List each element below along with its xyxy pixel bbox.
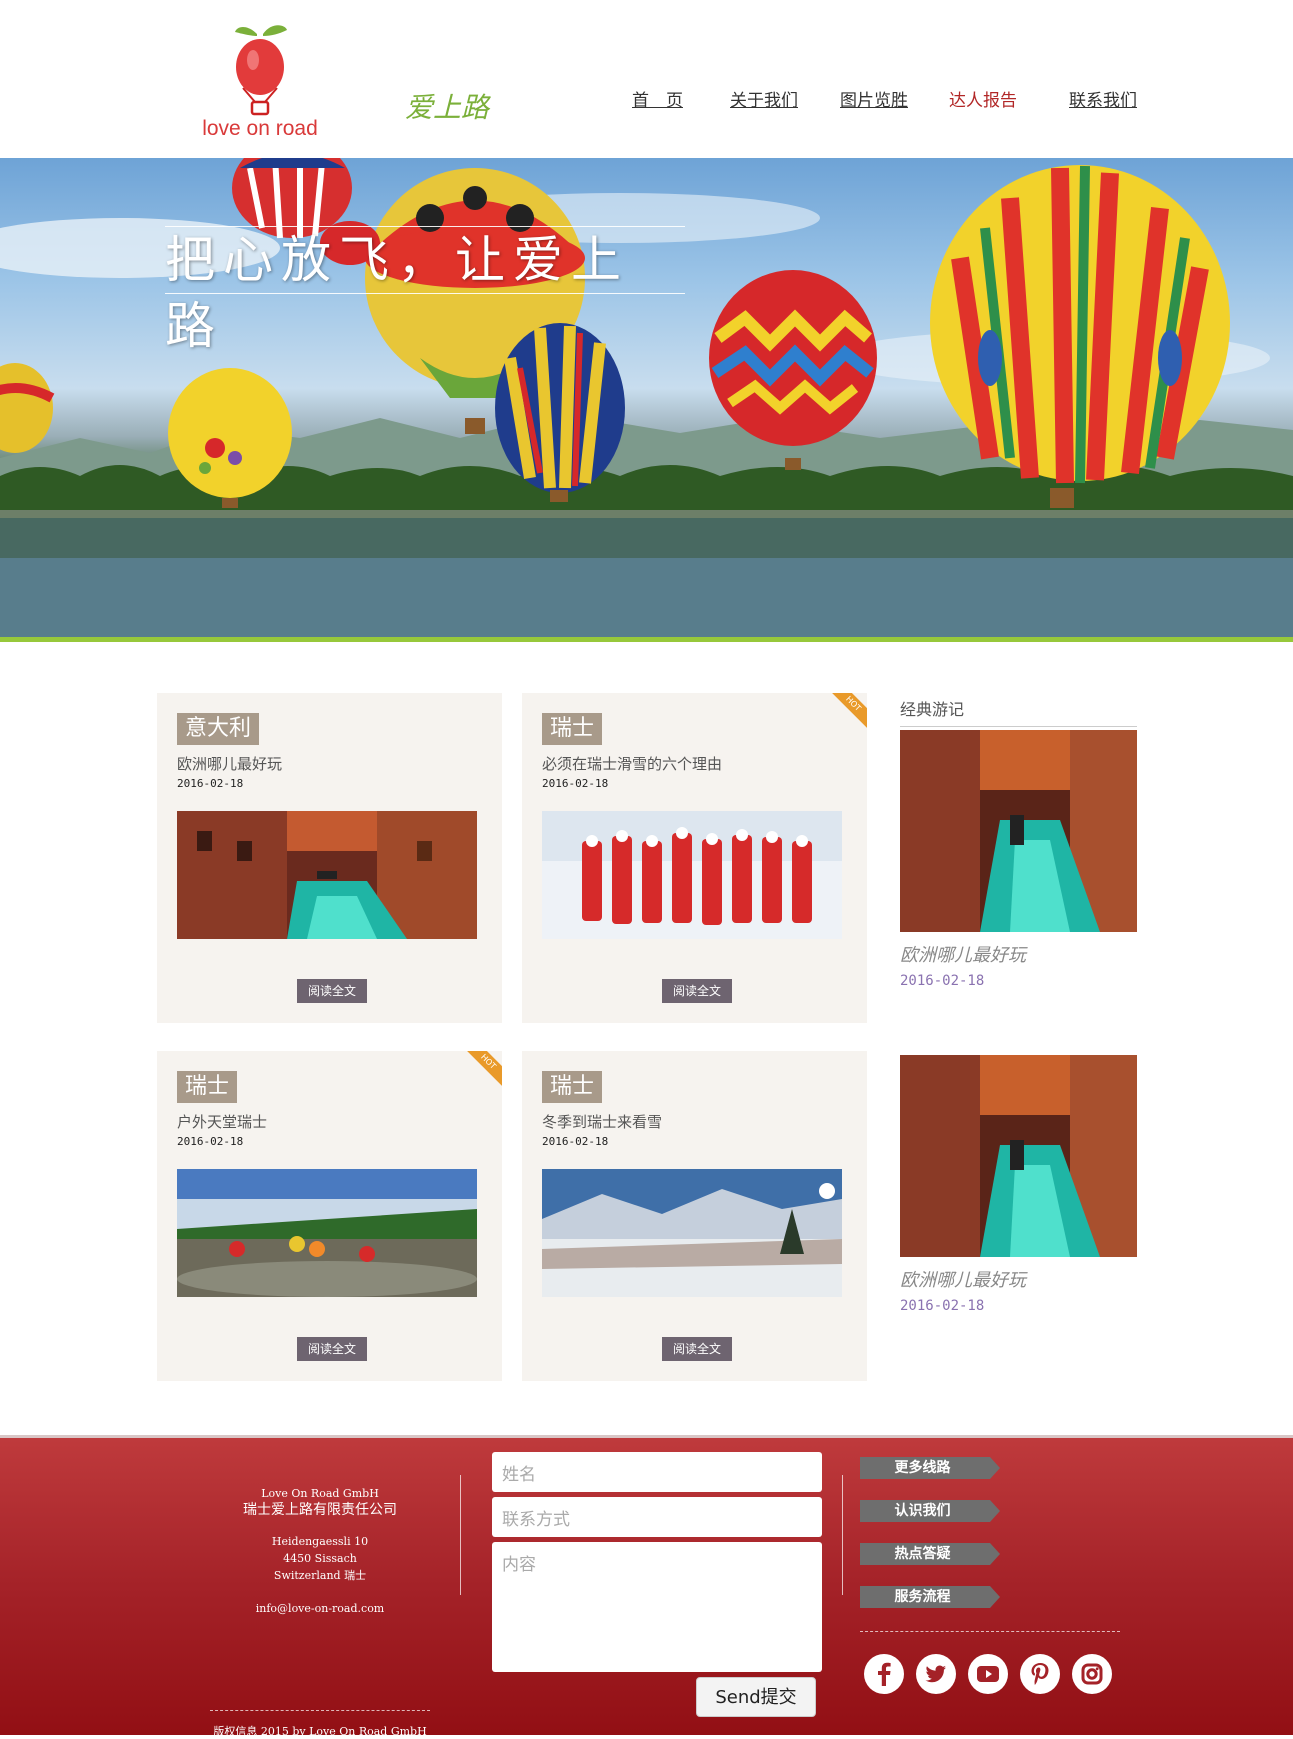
article-date: 2016-02-18 xyxy=(542,777,609,790)
link-label: 服务流程 xyxy=(894,1589,951,1605)
article-title[interactable]: 户外天堂瑞士 xyxy=(177,1111,267,1132)
twitter-icon[interactable] xyxy=(916,1654,956,1694)
hot-ribbon: HOT xyxy=(826,693,867,731)
venice-canal-photo[interactable] xyxy=(900,1055,1137,1257)
sidebar-item-date: 2016-02-18 xyxy=(900,1298,985,1314)
link-label: 认识我们 xyxy=(894,1503,951,1519)
hot-ribbon: HOT xyxy=(461,1051,502,1089)
facebook-icon[interactable] xyxy=(864,1654,904,1694)
read-more-button[interactable]: 阅读全文 xyxy=(662,979,732,1003)
email-link[interactable]: info@love-on-road.com xyxy=(210,1600,430,1617)
article-card: HOT 瑞士 必须在瑞士滑雪的六个理由 2016-02-18 阅读全文 xyxy=(522,693,867,1023)
ski-team-photo[interactable] xyxy=(542,811,842,939)
sidebar-item-date: 2016-02-18 xyxy=(900,973,985,989)
submit-button[interactable]: Send提交 xyxy=(696,1677,816,1717)
article-date: 2016-02-18 xyxy=(542,1135,609,1148)
article-date: 2016-02-18 xyxy=(177,777,244,790)
youtube-icon[interactable] xyxy=(968,1654,1008,1694)
article-title[interactable]: 必须在瑞士滑雪的六个理由 xyxy=(542,753,722,774)
sidebar-heading: 经典游记 xyxy=(900,696,1137,727)
snow-village-photo[interactable] xyxy=(542,1169,842,1297)
about-us-link[interactable]: 认识我们 xyxy=(860,1500,1000,1522)
hero-banner: 把心放飞，让爱上路 xyxy=(0,158,1293,638)
nav-home[interactable]: 首 页 xyxy=(632,86,683,111)
main-nav: 首 页 关于我们 图片览胜 达人报告 联系我们 xyxy=(0,86,1293,111)
article-card: 瑞士 冬季到瑞士来看雪 2016-02-18 阅读全文 xyxy=(522,1051,867,1381)
footer-divider xyxy=(460,1475,461,1595)
more-routes-link[interactable]: 更多线路 xyxy=(860,1457,1000,1479)
country-tag: 瑞士 xyxy=(542,713,603,745)
address-line: Heidengaessli 10 xyxy=(271,1535,369,1548)
nav-contact[interactable]: 联系我们 xyxy=(1069,86,1137,111)
address-line: 4450 Sissach xyxy=(283,1552,357,1565)
sidebar-item-title[interactable]: 欧洲哪儿最好玩 xyxy=(900,941,1026,967)
article-title[interactable]: 冬季到瑞士来看雪 xyxy=(542,1111,662,1132)
address-line: Switzerland 瑞士 xyxy=(273,1569,367,1582)
read-more-button[interactable]: 阅读全文 xyxy=(297,1337,367,1361)
pinterest-icon[interactable] xyxy=(1020,1654,1060,1694)
article-title[interactable]: 欧洲哪儿最好玩 xyxy=(177,753,282,774)
article-card: HOT 瑞士 户外天堂瑞士 2016-02-18 阅读全文 xyxy=(157,1051,502,1381)
link-label: 更多线路 xyxy=(894,1460,951,1476)
logo-text: love on road xyxy=(202,117,318,140)
nav-about[interactable]: 关于我们 xyxy=(730,86,798,111)
content-textarea[interactable]: 内容 xyxy=(492,1542,822,1672)
hero-divider xyxy=(0,637,1293,642)
footer-dashed-divider xyxy=(860,1631,1120,1632)
hero-slogan: 把心放飞，让爱上路 xyxy=(165,226,685,355)
service-process-link[interactable]: 服务流程 xyxy=(860,1586,1000,1608)
country-tag: 意大利 xyxy=(177,713,260,745)
contact-input[interactable]: 联系方式 xyxy=(492,1497,822,1537)
country-tag: 瑞士 xyxy=(177,1071,238,1103)
sidebar-item-title[interactable]: 欧洲哪儿最好玩 xyxy=(900,1266,1026,1292)
faq-link[interactable]: 热点答疑 xyxy=(860,1543,1000,1565)
children-stream-photo[interactable] xyxy=(177,1169,477,1297)
country-tag: 瑞士 xyxy=(542,1071,603,1103)
article-card: 意大利 欧洲哪儿最好玩 2016-02-18 阅读全文 xyxy=(157,693,502,1023)
read-more-button[interactable]: 阅读全文 xyxy=(662,1337,732,1361)
company-name-cn: 瑞士爱上路有限责任公司 xyxy=(243,1502,397,1518)
nav-reports[interactable]: 达人报告 xyxy=(949,86,1017,111)
link-label: 热点答疑 xyxy=(894,1546,951,1562)
read-more-button[interactable]: 阅读全文 xyxy=(297,979,367,1003)
company-info: Love On Road GmbH 瑞士爱上路有限责任公司 Heidengaes… xyxy=(210,1485,430,1617)
venice-canal-photo[interactable] xyxy=(177,811,477,939)
site-logo[interactable]: love on road xyxy=(185,22,335,147)
company-name-en: Love On Road GmbH xyxy=(261,1487,379,1500)
nav-gallery[interactable]: 图片览胜 xyxy=(840,86,908,111)
name-input[interactable]: 姓名 xyxy=(492,1452,822,1492)
venice-canal-photo[interactable] xyxy=(900,730,1137,932)
instagram-icon[interactable] xyxy=(1072,1654,1112,1694)
footer-divider xyxy=(842,1475,843,1595)
article-date: 2016-02-18 xyxy=(177,1135,244,1148)
site-header: love on road 爱上路 首 页 关于我们 图片览胜 达人报告 联系我们 xyxy=(0,0,1293,158)
